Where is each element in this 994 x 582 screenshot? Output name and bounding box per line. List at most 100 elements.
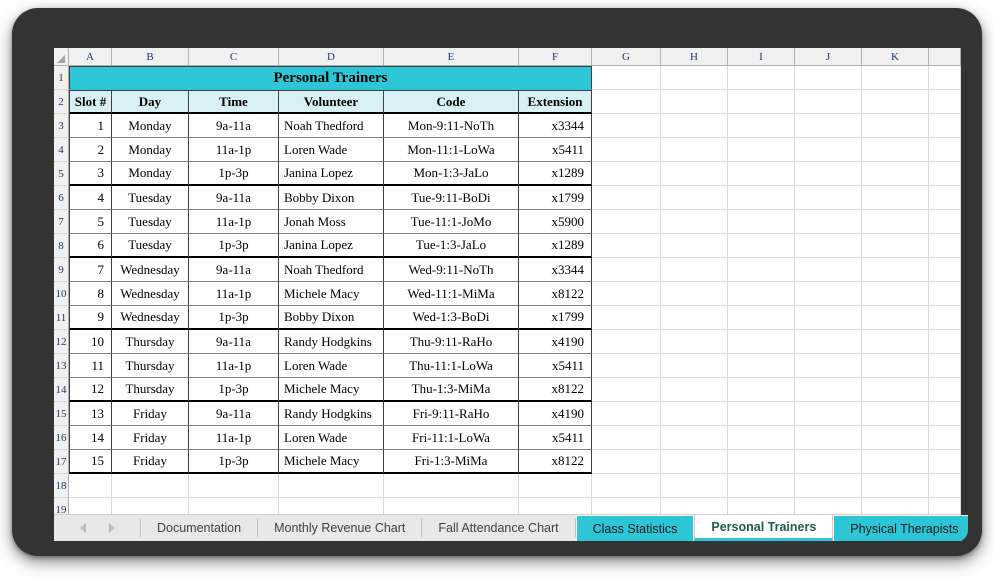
select-all-corner[interactable]: [54, 48, 69, 65]
cell-i4[interactable]: [728, 138, 795, 162]
cell-f18[interactable]: [519, 474, 592, 498]
cell-code-9[interactable]: Wed-9:11-NoTh: [384, 258, 519, 282]
cell-j3[interactable]: [795, 114, 862, 138]
cell-extension-7[interactable]: x5900: [519, 210, 592, 234]
cell-i7[interactable]: [728, 210, 795, 234]
cell-day-13[interactable]: Thursday: [112, 354, 189, 378]
cell-volunteer-5[interactable]: Janina Lopez: [279, 162, 384, 186]
cell-extension-8[interactable]: x1289: [519, 234, 592, 258]
cell-g13[interactable]: [592, 354, 661, 378]
cell-day-15[interactable]: Friday: [112, 402, 189, 426]
cell-h15[interactable]: [661, 402, 728, 426]
cell-day-4[interactable]: Monday: [112, 138, 189, 162]
cell-code-10[interactable]: Wed-11:1-MiMa: [384, 282, 519, 306]
cell-volunteer-3[interactable]: Noah Thedford: [279, 114, 384, 138]
cell-slot-8[interactable]: 6: [69, 234, 112, 258]
cell-k8[interactable]: [862, 234, 929, 258]
cell-day-14[interactable]: Thursday: [112, 378, 189, 402]
cell-h5[interactable]: [661, 162, 728, 186]
cell-volunteer-4[interactable]: Loren Wade: [279, 138, 384, 162]
cell-extension-16[interactable]: x5411: [519, 426, 592, 450]
cell-j6[interactable]: [795, 186, 862, 210]
row-header-17[interactable]: 17: [54, 450, 69, 474]
column-header-g[interactable]: G: [592, 48, 661, 65]
column-header-a[interactable]: A: [69, 48, 112, 65]
cell-time-13[interactable]: 11a-1p: [189, 354, 279, 378]
cell-code-8[interactable]: Tue-1:3-JaLo: [384, 234, 519, 258]
cell-g7[interactable]: [592, 210, 661, 234]
cell-k10[interactable]: [862, 282, 929, 306]
cell-i5[interactable]: [728, 162, 795, 186]
cell-j16[interactable]: [795, 426, 862, 450]
cell-code-13[interactable]: Thu-11:1-LoWa: [384, 354, 519, 378]
cell-e19[interactable]: [384, 498, 519, 514]
cell-h17[interactable]: [661, 450, 728, 474]
cell-g1[interactable]: [592, 66, 661, 90]
previous-sheet-arrow-icon[interactable]: [79, 523, 86, 533]
cell-slot-13[interactable]: 11: [69, 354, 112, 378]
cell-time-16[interactable]: 11a-1p: [189, 426, 279, 450]
cell-k2[interactable]: [862, 90, 929, 114]
cell-day-3[interactable]: Monday: [112, 114, 189, 138]
cell-j4[interactable]: [795, 138, 862, 162]
cell-day-7[interactable]: Tuesday: [112, 210, 189, 234]
cell-i11[interactable]: [728, 306, 795, 330]
cell-h11[interactable]: [661, 306, 728, 330]
sheet-tab-fall-attendance-chart[interactable]: Fall Attendance Chart: [422, 515, 575, 541]
cell-i3[interactable]: [728, 114, 795, 138]
sheet-tab-physical-therapists[interactable]: Physical Therapists: [833, 515, 968, 541]
cell-h16[interactable]: [661, 426, 728, 450]
cell-g12[interactable]: [592, 330, 661, 354]
cell-i15[interactable]: [728, 402, 795, 426]
header-day[interactable]: Day: [112, 90, 189, 114]
row-header-4[interactable]: 4: [54, 138, 69, 162]
cell-volunteer-10[interactable]: Michele Macy: [279, 282, 384, 306]
cell-i16[interactable]: [728, 426, 795, 450]
row-header-6[interactable]: 6: [54, 186, 69, 210]
cell-h19[interactable]: [661, 498, 728, 514]
header-code[interactable]: Code: [384, 90, 519, 114]
cell-extension-10[interactable]: x8122: [519, 282, 592, 306]
cell-extension-5[interactable]: x1289: [519, 162, 592, 186]
cell-h8[interactable]: [661, 234, 728, 258]
cell-g17[interactable]: [592, 450, 661, 474]
cell-volunteer-16[interactable]: Loren Wade: [279, 426, 384, 450]
cell-slot-6[interactable]: 4: [69, 186, 112, 210]
cell-k6[interactable]: [862, 186, 929, 210]
cell-c19[interactable]: [189, 498, 279, 514]
cell-j9[interactable]: [795, 258, 862, 282]
cell-j2[interactable]: [795, 90, 862, 114]
cell-volunteer-11[interactable]: Bobby Dixon: [279, 306, 384, 330]
cell-k3[interactable]: [862, 114, 929, 138]
column-header-d[interactable]: D: [279, 48, 384, 65]
cell-code-14[interactable]: Thu-1:3-MiMa: [384, 378, 519, 402]
cell-day-8[interactable]: Tuesday: [112, 234, 189, 258]
column-header-b[interactable]: B: [112, 48, 189, 65]
cell-g11[interactable]: [592, 306, 661, 330]
cell-time-7[interactable]: 11a-1p: [189, 210, 279, 234]
cell-a18[interactable]: [69, 474, 112, 498]
cell-i13[interactable]: [728, 354, 795, 378]
cell-slot-4[interactable]: 2: [69, 138, 112, 162]
cell-i12[interactable]: [728, 330, 795, 354]
row-header-15[interactable]: 15: [54, 402, 69, 426]
cell-extension-3[interactable]: x3344: [519, 114, 592, 138]
cell-k18[interactable]: [862, 474, 929, 498]
cell-volunteer-17[interactable]: Michele Macy: [279, 450, 384, 474]
cell-a19[interactable]: [69, 498, 112, 514]
column-header-c[interactable]: C: [189, 48, 279, 65]
cell-h2[interactable]: [661, 90, 728, 114]
cell-volunteer-12[interactable]: Randy Hodgkins: [279, 330, 384, 354]
header-extension[interactable]: Extension: [519, 90, 592, 114]
cell-slot-9[interactable]: 7: [69, 258, 112, 282]
sheet-tab-documentation[interactable]: Documentation: [141, 515, 258, 541]
cell-extension-9[interactable]: x3344: [519, 258, 592, 282]
cell-volunteer-6[interactable]: Bobby Dixon: [279, 186, 384, 210]
row-header-7[interactable]: 7: [54, 210, 69, 234]
cell-time-5[interactable]: 1p-3p: [189, 162, 279, 186]
cell-extension-13[interactable]: x5411: [519, 354, 592, 378]
cell-extension-12[interactable]: x4190: [519, 330, 592, 354]
cell-time-9[interactable]: 9a-11a: [189, 258, 279, 282]
cell-k1[interactable]: [862, 66, 929, 90]
cell-i14[interactable]: [728, 378, 795, 402]
